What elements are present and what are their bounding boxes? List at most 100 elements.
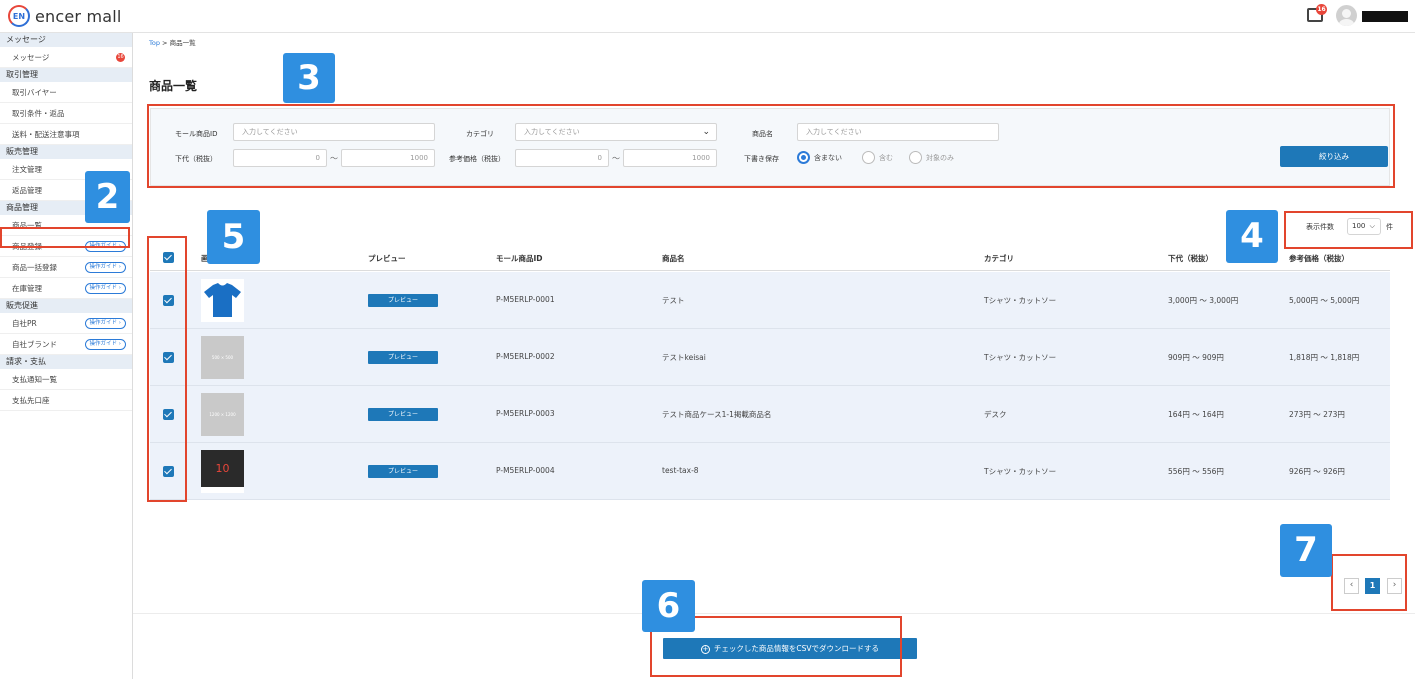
tshirt-icon: [204, 283, 241, 317]
annotation-number-5: 5: [207, 210, 260, 264]
sidebar-item-label: 自社PR: [12, 319, 37, 328]
preview-button[interactable]: プレビュー: [368, 294, 438, 307]
col-ref-price: 参考価格（税抜）: [1289, 254, 1349, 263]
sidebar-item-message[interactable]: メッセージ 16: [0, 47, 132, 68]
cell-mall-id: P-M5ERLP-0001: [496, 295, 555, 304]
sidebar-item-label: 支払先口座: [12, 396, 50, 405]
sidebar: メッセージ メッセージ 16 取引管理 取引バイヤー 取引条件・返品 送料・配送…: [0, 33, 133, 679]
brand-name: encer mall: [35, 6, 122, 26]
annotation-number-2: 2: [85, 171, 130, 223]
table-row[interactable]: 500 × 500 プレビュー P-M5ERLP-0002 テストkeisai …: [150, 329, 1390, 386]
product-thumbnail[interactable]: 1200 × 1200: [201, 393, 244, 436]
top-bar: EN encer mall 16: [0, 0, 1415, 33]
cell-wholesale: 909円 〜 909円: [1168, 353, 1224, 362]
sidebar-item-shipping[interactable]: 送料・配送注意事項: [0, 124, 132, 145]
sidebar-item-label: 返品管理: [12, 186, 42, 195]
sidebar-group-billing: 請求・支払: [0, 355, 132, 369]
sidebar-item-payment-account[interactable]: 支払先口座: [0, 390, 132, 411]
sidebar-item-label: 自社ブランド: [12, 340, 57, 349]
preview-button[interactable]: プレビュー: [368, 351, 438, 364]
cell-wholesale: 164円 〜 164円: [1168, 410, 1224, 419]
annotation-number-4: 4: [1226, 210, 1278, 263]
guide-label: 操作ガイド: [89, 285, 118, 291]
col-category: カテゴリ: [984, 254, 1014, 263]
sidebar-item-trade-terms[interactable]: 取引条件・返品: [0, 103, 132, 124]
cell-name: テスト: [662, 296, 685, 305]
preview-button[interactable]: プレビュー: [368, 465, 438, 478]
cell-category: Tシャツ・カットソー: [984, 467, 1057, 476]
sidebar-item-payment-notices[interactable]: 支払通知一覧: [0, 369, 132, 390]
annotation-box-5: [147, 236, 187, 502]
message-count-badge: 16: [1316, 4, 1327, 15]
annotation-number-7: 7: [1280, 524, 1332, 577]
product-thumbnail[interactable]: [201, 279, 244, 322]
breadcrumb-separator: >: [162, 39, 168, 47]
sidebar-item-label: 取引条件・返品: [12, 109, 65, 118]
col-preview: プレビュー: [368, 254, 406, 263]
cell-name: test-tax-8: [662, 466, 699, 475]
guide-button[interactable]: 操作ガイド ›: [84, 318, 126, 329]
table-row[interactable]: 1200 × 1200 プレビュー P-M5ERLP-0003 テスト商品ケース…: [150, 386, 1390, 443]
logo[interactable]: EN encer mall: [8, 5, 122, 27]
cell-ref-price: 926円 〜 926円: [1289, 467, 1345, 476]
product-thumbnail[interactable]: 500 × 500: [201, 336, 244, 379]
table-row[interactable]: 10 プレビュー P-M5ERLP-0004 test-tax-8 Tシャツ・カ…: [150, 443, 1390, 500]
col-mall-id: モール商品ID: [496, 254, 543, 263]
sidebar-group-sales: 販売管理: [0, 145, 132, 159]
guide-label: 操作ガイド: [89, 341, 118, 347]
sidebar-item-label: メッセージ: [12, 53, 50, 62]
guide-button[interactable]: 操作ガイド ›: [84, 339, 126, 350]
sidebar-group-promotion: 販売促進: [0, 299, 132, 313]
cell-category: Tシャツ・カットソー: [984, 296, 1057, 305]
sidebar-item-brand[interactable]: 自社ブランド 操作ガイド ›: [0, 334, 132, 355]
sidebar-item-label: 取引バイヤー: [12, 88, 57, 97]
user-name-redacted[interactable]: [1362, 11, 1408, 22]
preview-button[interactable]: プレビュー: [368, 408, 438, 421]
product-thumbnail[interactable]: 10: [201, 450, 244, 493]
col-wholesale: 下代（税抜）: [1168, 254, 1213, 263]
cell-ref-price: 273円 〜 273円: [1289, 410, 1345, 419]
annotation-box-4: [1284, 211, 1413, 249]
annotation-number-6: 6: [642, 580, 695, 632]
page-title: 商品一覧: [149, 79, 198, 93]
guide-label: 操作ガイド: [89, 264, 118, 270]
message-badge: 16: [116, 53, 125, 62]
sidebar-item-label: 送料・配送注意事項: [12, 130, 80, 139]
cell-mall-id: P-M5ERLP-0004: [496, 466, 555, 475]
guide-button[interactable]: 操作ガイド ›: [84, 262, 126, 273]
guide-label: 操作ガイド: [89, 320, 118, 326]
annotation-box-3: [147, 104, 1395, 188]
table-header: 画像 プレビュー モール商品ID 商品名 カテゴリ 下代（税抜） 参考価格（税抜…: [150, 244, 1390, 271]
cell-mall-id: P-M5ERLP-0003: [496, 409, 555, 418]
footer-divider: [133, 613, 1415, 614]
avatar-icon[interactable]: [1336, 5, 1357, 26]
sidebar-group-message: メッセージ: [0, 33, 132, 47]
breadcrumb-top-link[interactable]: Top: [149, 39, 160, 47]
cell-mall-id: P-M5ERLP-0002: [496, 352, 555, 361]
col-name: 商品名: [662, 254, 685, 263]
guide-button[interactable]: 操作ガイド ›: [84, 283, 126, 294]
logo-mark-icon: EN: [8, 5, 30, 27]
cell-wholesale: 556円 〜 556円: [1168, 467, 1224, 476]
sidebar-item-inventory[interactable]: 在庫管理 操作ガイド ›: [0, 278, 132, 299]
sidebar-item-bulk-register[interactable]: 商品一括登録 操作ガイド ›: [0, 257, 132, 278]
sidebar-item-label: 支払通知一覧: [12, 375, 57, 384]
sidebar-item-company-pr[interactable]: 自社PR 操作ガイド ›: [0, 313, 132, 334]
cell-category: デスク: [984, 410, 1007, 419]
cell-ref-price: 1,818円 〜 1,818円: [1289, 353, 1360, 362]
annotation-number-3: 3: [283, 53, 335, 103]
table-row[interactable]: プレビュー P-M5ERLP-0001 テスト Tシャツ・カットソー 3,000…: [150, 272, 1390, 329]
cell-category: Tシャツ・カットソー: [984, 353, 1057, 362]
breadcrumb-current: 商品一覧: [169, 39, 196, 47]
sidebar-group-trade: 取引管理: [0, 68, 132, 82]
breadcrumb: Top > 商品一覧: [149, 37, 196, 47]
cell-name: テスト商品ケース1-1掲載商品名: [662, 410, 772, 419]
sidebar-item-label: 注文管理: [12, 165, 42, 174]
annotation-box-2: [0, 227, 130, 248]
sidebar-item-label: 商品一括登録: [12, 263, 57, 272]
sidebar-item-label: 在庫管理: [12, 284, 42, 293]
cell-ref-price: 5,000円 〜 5,000円: [1289, 296, 1360, 305]
cell-wholesale: 3,000円 〜 3,000円: [1168, 296, 1239, 305]
sidebar-item-trade-buyers[interactable]: 取引バイヤー: [0, 82, 132, 103]
cell-name: テストkeisai: [662, 353, 706, 362]
